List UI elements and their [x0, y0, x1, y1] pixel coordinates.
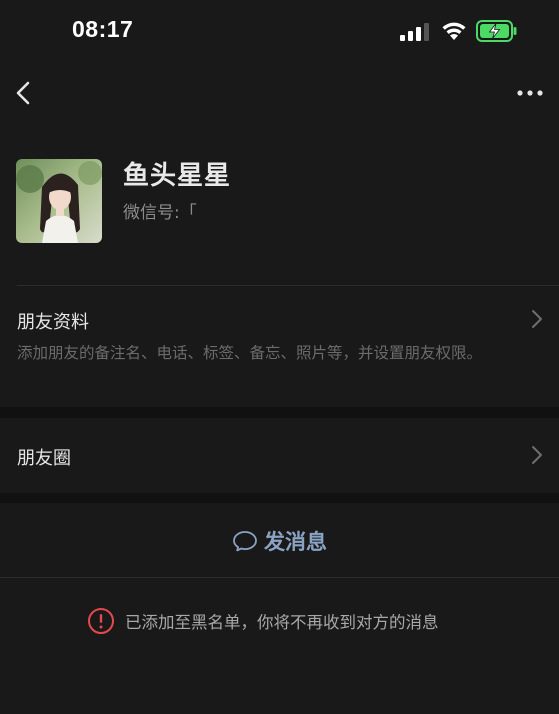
profile-name: 鱼头星星 — [123, 161, 232, 191]
battery-charging-icon — [476, 20, 517, 42]
blocked-notice-text: 已添加至黑名单，你将不再收到对方的消息 — [125, 613, 439, 632]
send-message-button[interactable]: 发消息 — [0, 503, 559, 577]
divider — [0, 577, 559, 578]
section-gap — [0, 407, 559, 418]
chevron-left-icon — [16, 81, 30, 105]
avatar[interactable] — [16, 159, 102, 243]
more-dots-icon — [517, 90, 543, 96]
chevron-right-icon — [532, 310, 542, 328]
moments-cell[interactable]: 朋友圈 — [0, 418, 559, 493]
more-button[interactable] — [510, 80, 550, 106]
friend-info-description: 添加朋友的备注名、电话、标签、备忘、照片等，并设置朋友权限。 — [17, 344, 483, 362]
wechat-id: 微信号:「 — [123, 203, 197, 223]
send-message-label: 发消息 — [264, 530, 327, 554]
signal-icon — [400, 23, 429, 41]
moments-title: 朋友圈 — [17, 448, 71, 469]
friend-info-cell[interactable]: 朋友资料 添加朋友的备注名、电话、标签、备忘、照片等，并设置朋友权限。 — [0, 286, 559, 407]
wifi-icon — [442, 22, 466, 40]
status-time: 08:17 — [72, 16, 134, 42]
alert-circle-icon — [88, 608, 114, 634]
avatar-photo — [16, 159, 102, 243]
chevron-right-icon — [532, 446, 542, 464]
chat-bubble-icon — [233, 531, 257, 552]
blocked-notice: 已添加至黑名单，你将不再收到对方的消息 — [87, 606, 439, 636]
friend-info-title: 朋友资料 — [17, 312, 89, 333]
back-button[interactable] — [8, 76, 42, 110]
section-gap — [0, 493, 559, 503]
status-bar: 08:17 — [0, 0, 559, 62]
